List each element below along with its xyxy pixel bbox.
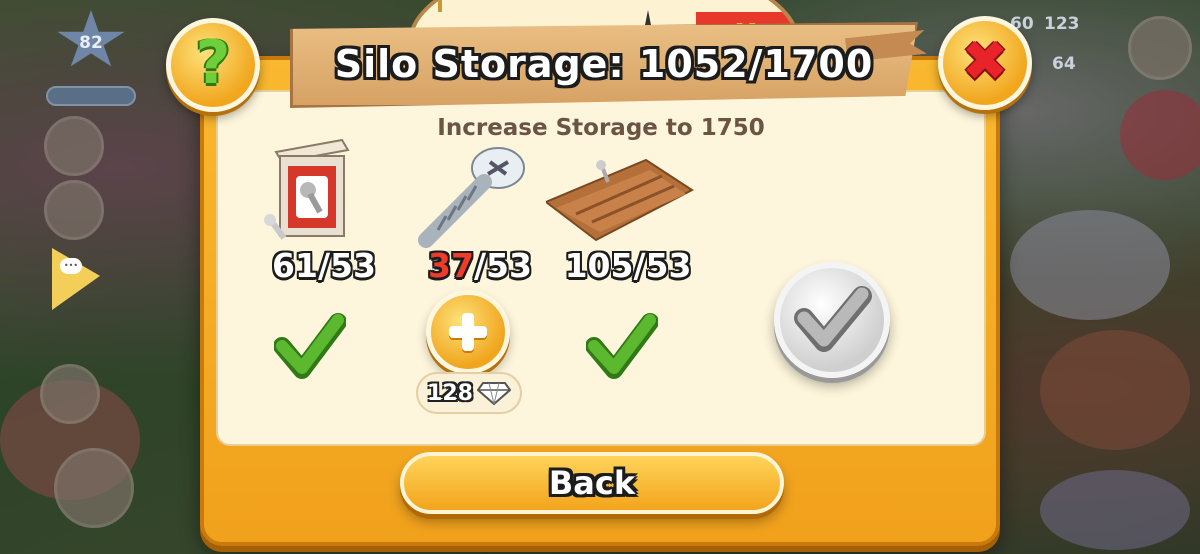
dialog-title: Silo Storage: 1052/1700 <box>334 42 874 86</box>
mail-side-icon[interactable] <box>44 180 104 240</box>
screw-icon <box>418 147 525 248</box>
check-icon <box>586 313 658 379</box>
item-need: /53 <box>473 246 532 285</box>
bolt-box-icon <box>264 138 350 240</box>
back-button[interactable]: Back <box>400 452 784 514</box>
background-decoration <box>1010 210 1170 320</box>
xp-progress-bar <box>46 86 136 106</box>
check-icon <box>274 313 346 379</box>
coin-count: 123 <box>1044 14 1080 34</box>
item-have-short: 37 <box>428 246 474 285</box>
confirm-upgrade-button[interactable] <box>774 262 890 378</box>
background-decoration <box>1040 470 1190 550</box>
item-have: 61 <box>272 246 318 285</box>
gauge-tick <box>438 0 442 12</box>
item-count: 61/53 <box>254 246 394 285</box>
profile-side-icon[interactable] <box>1128 16 1192 80</box>
question-icon: ? <box>195 28 231 98</box>
item-need: /53 <box>317 246 376 285</box>
diamond-cost-badge[interactable]: 128 <box>416 372 522 414</box>
help-button[interactable]: ? <box>166 18 260 112</box>
menu-side-icon[interactable] <box>44 116 104 176</box>
back-button-label: Back <box>548 464 636 502</box>
level-number: 82 <box>79 33 103 53</box>
diamond-cost: 128 <box>427 380 473 406</box>
check-icon-disabled <box>794 286 872 352</box>
close-button[interactable]: ✖ <box>938 16 1032 110</box>
item-have: 105 <box>564 246 634 285</box>
diamond-icon <box>476 382 511 405</box>
item-count: 105/53 <box>558 246 698 285</box>
chat-bubble-icon: ••• <box>60 258 82 274</box>
item-count: 37/53 <box>410 246 550 285</box>
shop-side-icon[interactable] <box>54 448 134 528</box>
buy-missing-button[interactable] <box>426 290 510 374</box>
close-icon: ✖ <box>961 28 1009 94</box>
wood-panel-icon <box>546 158 694 242</box>
background-decoration <box>1120 90 1200 180</box>
diamond-count: 64 <box>1052 54 1076 74</box>
background-decoration <box>1040 330 1190 450</box>
item-need: /53 <box>633 246 692 285</box>
book-side-icon[interactable] <box>40 364 100 424</box>
